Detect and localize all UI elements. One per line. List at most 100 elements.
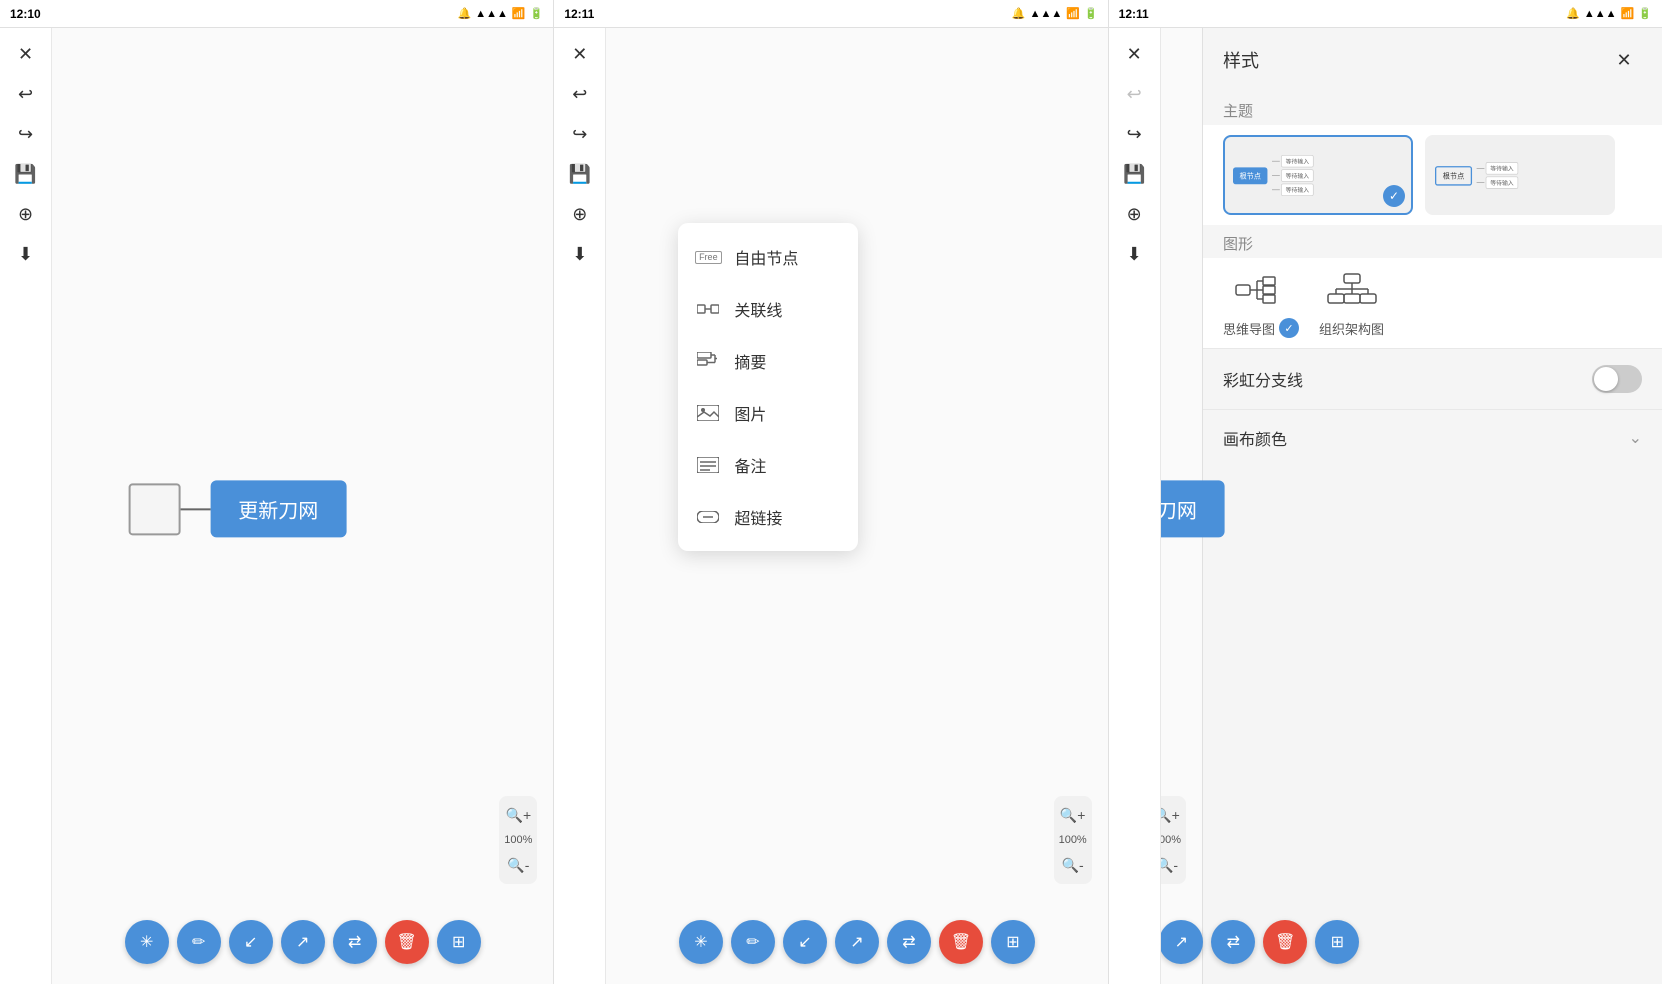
edit-btn-1[interactable]: ✏ bbox=[177, 920, 221, 964]
wifi-icon-2: 📶 bbox=[1066, 7, 1080, 20]
undo-button-2[interactable]: ↩ bbox=[562, 76, 598, 112]
download-button-2[interactable]: ⬇ bbox=[562, 236, 598, 272]
delete-btn-2[interactable]: 🗑 bbox=[939, 920, 983, 964]
undo-button-3[interactable]: ↩ bbox=[1116, 76, 1152, 112]
add-button-1[interactable]: ⊕ bbox=[8, 196, 44, 232]
connect-out-btn-3[interactable]: ↗ bbox=[1159, 920, 1203, 964]
shape-org[interactable]: 组织架构图 bbox=[1319, 269, 1384, 338]
redo-button-1[interactable]: ↪ bbox=[8, 116, 44, 152]
bottom-toolbar-2: ✳ ✏ ↙ ↗ ⇄ 🗑 ⊞ bbox=[679, 920, 1035, 964]
battery-icon-3: 🔋 bbox=[1638, 7, 1652, 20]
mini-map-1: 根节点 等待输入 等待输入 bbox=[1233, 155, 1314, 196]
style-panel-header: 样式 ✕ bbox=[1203, 28, 1662, 92]
zoom-level-1: 100% bbox=[504, 832, 532, 848]
signal-icon: ▲▲▲ bbox=[475, 8, 508, 20]
save-button-3[interactable]: 💾 bbox=[1116, 156, 1152, 192]
add-button-2[interactable]: ⊕ bbox=[562, 196, 598, 232]
note-label: 备注 bbox=[734, 453, 766, 477]
zoom-in-1[interactable]: 🔍+ bbox=[503, 800, 533, 830]
mindmap-shape-label: 思维导图 bbox=[1223, 319, 1275, 338]
redo-button-3[interactable]: ↪ bbox=[1116, 116, 1152, 152]
delete-btn-3[interactable]: 🗑 bbox=[1263, 920, 1307, 964]
theme-check-1: ✓ bbox=[1383, 185, 1405, 207]
status-icons-3: 🔔 ▲▲▲ 📶 🔋 bbox=[1566, 7, 1652, 20]
org-shape-label: 组织架构图 bbox=[1319, 319, 1384, 338]
close-button-3[interactable]: ✕ bbox=[1116, 36, 1152, 72]
connect-out-btn-2[interactable]: ↗ bbox=[835, 920, 879, 964]
status-bars: 12:10 🔔 ▲▲▲ 📶 🔋 12:11 🔔 ▲▲▲ 📶 🔋 12:11 🔔 … bbox=[0, 0, 1662, 28]
wrap-btn-1[interactable]: ⊞ bbox=[437, 920, 481, 964]
wifi-icon-3: 📶 bbox=[1621, 7, 1635, 20]
connect-in-btn-1[interactable]: ↙ bbox=[229, 920, 273, 964]
wrap-btn-3[interactable]: ⊞ bbox=[1315, 920, 1359, 964]
main-node-1[interactable]: 更新刀网 bbox=[210, 480, 346, 537]
image-label: 图片 bbox=[734, 401, 766, 425]
dropdown-summary[interactable]: 摘要 bbox=[678, 335, 858, 387]
battery-icon: 🔋 bbox=[530, 7, 544, 20]
magic-btn-1[interactable]: ✳ bbox=[125, 920, 169, 964]
dropdown-link[interactable]: 超链接 bbox=[678, 491, 858, 543]
canvas-color-label: 画布颜色 bbox=[1223, 426, 1287, 450]
image-icon bbox=[694, 399, 722, 427]
theme-item-2[interactable]: 根节点 等待输入 等待输入 bbox=[1425, 135, 1615, 215]
time-2: 12:11 bbox=[564, 7, 594, 21]
time-3: 12:11 bbox=[1119, 7, 1149, 21]
save-button-2[interactable]: 💾 bbox=[562, 156, 598, 192]
notification-icon: 🔔 bbox=[458, 7, 472, 20]
notification-icon-2: 🔔 bbox=[1012, 7, 1026, 20]
toggle-knob bbox=[1594, 367, 1618, 391]
dropdown-free-node[interactable]: Free 自由节点 bbox=[678, 231, 858, 283]
zoom-level-2: 100% bbox=[1059, 832, 1087, 848]
mindmap-shape-icon bbox=[1231, 268, 1291, 312]
panel-3: ✕ ↩ ↪ 💾 ⊕ ⬇ 更新刀网 🔍+ 100% 🔍- ✳ ✏ bbox=[1109, 28, 1662, 984]
move-btn-1[interactable]: ⇄ bbox=[333, 920, 377, 964]
panel-2: ✕ ↩ ↪ 💾 ⊕ ⬇ Free 自由节点 bbox=[554, 28, 1108, 984]
mini-map-2: 根节点 等待输入 等待输入 bbox=[1435, 162, 1518, 189]
link-icon bbox=[694, 503, 722, 531]
mindmap-1: 更新刀网 bbox=[128, 480, 346, 537]
connect-in-btn-2[interactable]: ↙ bbox=[783, 920, 827, 964]
style-panel: 样式 ✕ 主题 根节点 等待输入 bbox=[1202, 28, 1662, 984]
close-button-1[interactable]: ✕ bbox=[8, 36, 44, 72]
canvas-color-row[interactable]: 画布颜色 ⌄ bbox=[1203, 409, 1662, 466]
panel-1: ✕ ↩ ↪ 💾 ⊕ ⬇ 更新刀网 🔍+ 100% 🔍- ✳ ✏ bbox=[0, 28, 554, 984]
save-button-1[interactable]: 💾 bbox=[8, 156, 44, 192]
redo-button-2[interactable]: ↪ bbox=[562, 116, 598, 152]
battery-icon-2: 🔋 bbox=[1084, 7, 1098, 20]
org-shape-icon bbox=[1322, 269, 1382, 313]
time-1: 12:10 bbox=[10, 7, 41, 21]
connect-out-btn-1[interactable]: ↗ bbox=[281, 920, 325, 964]
magic-btn-2[interactable]: ✳ bbox=[679, 920, 723, 964]
close-button-2[interactable]: ✕ bbox=[562, 36, 598, 72]
dropdown-connector[interactable]: 关联线 bbox=[678, 283, 858, 335]
zoom-out-2[interactable]: 🔍- bbox=[1058, 850, 1088, 880]
shape-grid: 思维导图 ✓ bbox=[1203, 258, 1662, 348]
dropdown-note[interactable]: 备注 bbox=[678, 439, 858, 491]
zoom-out-1[interactable]: 🔍- bbox=[503, 850, 533, 880]
delete-btn-1[interactable]: 🗑 bbox=[385, 920, 429, 964]
free-node-icon: Free bbox=[694, 243, 722, 271]
edit-btn-2[interactable]: ✏ bbox=[731, 920, 775, 964]
zoom-controls-1: 🔍+ 100% 🔍- bbox=[499, 796, 537, 884]
free-node-label: 自由节点 bbox=[734, 245, 798, 269]
move-btn-3[interactable]: ⇄ bbox=[1211, 920, 1255, 964]
style-panel-close[interactable]: ✕ bbox=[1606, 42, 1642, 78]
connector-1 bbox=[180, 508, 210, 510]
summary-icon bbox=[694, 347, 722, 375]
dropdown-image[interactable]: 图片 bbox=[678, 387, 858, 439]
move-btn-2[interactable]: ⇄ bbox=[887, 920, 931, 964]
rainbow-toggle[interactable] bbox=[1592, 365, 1642, 393]
zoom-in-2[interactable]: 🔍+ bbox=[1058, 800, 1088, 830]
download-button-3[interactable]: ⬇ bbox=[1116, 236, 1152, 272]
download-button-1[interactable]: ⬇ bbox=[8, 236, 44, 272]
add-button-3[interactable]: ⊕ bbox=[1116, 196, 1152, 232]
wrap-btn-2[interactable]: ⊞ bbox=[991, 920, 1035, 964]
shape-mindmap[interactable]: 思维导图 ✓ bbox=[1223, 268, 1299, 338]
status-icons-2: 🔔 ▲▲▲ 📶 🔋 bbox=[1012, 7, 1098, 20]
empty-node-1[interactable] bbox=[128, 483, 180, 535]
bottom-toolbar-1: ✳ ✏ ↙ ↗ ⇄ 🗑 ⊞ bbox=[125, 920, 481, 964]
canvas-2: Free 自由节点 关联线 bbox=[606, 28, 1107, 984]
undo-button-1[interactable]: ↩ bbox=[8, 76, 44, 112]
theme-item-1[interactable]: 根节点 等待输入 等待输入 bbox=[1223, 135, 1413, 215]
mindmap-shape-check: ✓ bbox=[1279, 318, 1299, 338]
